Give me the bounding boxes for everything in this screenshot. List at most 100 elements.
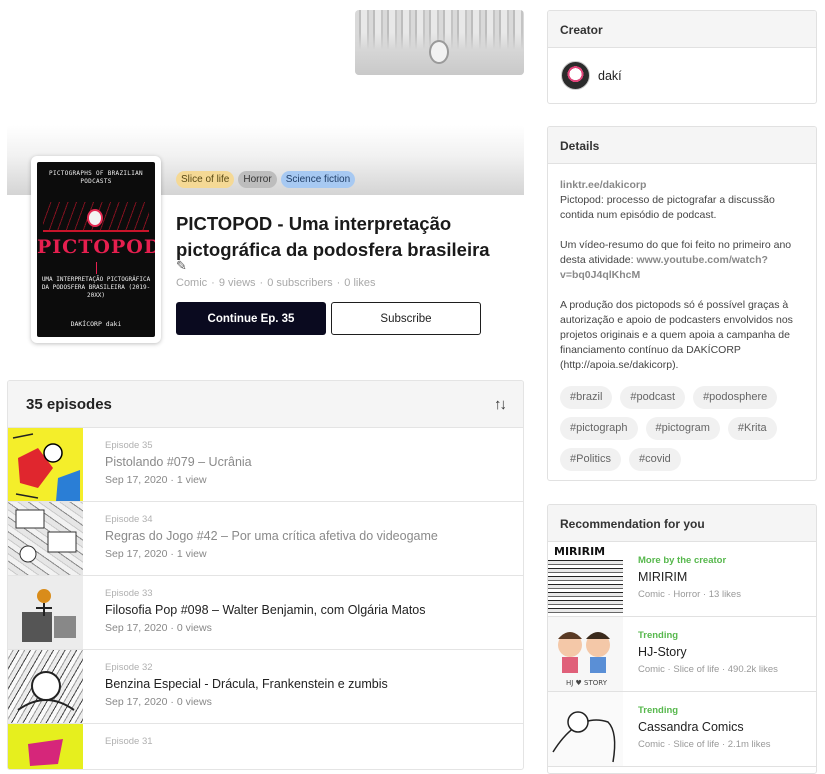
recommendation-meta-genre: Horror: [673, 589, 701, 600]
episode-title: Pistolando #079 – Ucrânia: [105, 455, 252, 469]
creator-card: Creator dakí: [547, 10, 817, 104]
recommendation-meta-genre: Slice of life: [673, 739, 720, 750]
series-title: PICTOPOD - Uma interpretação pictográfic…: [176, 213, 490, 260]
episode-thumbnail: [8, 502, 83, 575]
episode-row[interactable]: Episode 35 Pistolando #079 – Ucrânia Sep…: [8, 428, 523, 502]
meta-subscribers: 0 subscribers: [267, 277, 333, 289]
avatar[interactable]: [561, 61, 590, 90]
recommendation-item[interactable]: HJ ♥ STORY Trending HJ-Story Comic · Sli…: [548, 617, 816, 692]
cover-logo-text: PICTOPOD: [37, 236, 155, 258]
episode-list-header: 35 episodes ↑↓: [8, 381, 523, 428]
subscribe-button[interactable]: Subscribe: [331, 302, 481, 335]
tag-chip[interactable]: #pictograph: [560, 417, 638, 440]
details-heading: Details: [548, 127, 816, 164]
recommendation-meta-likes: 13 likes: [708, 589, 741, 600]
cover-top-text: PICTOGRAPHS OF BRAZILIAN PODCASTS: [49, 170, 143, 185]
episode-number: Episode 31: [105, 736, 153, 747]
meta-likes: 0 likes: [344, 277, 376, 289]
episode-number: Episode 33: [105, 588, 153, 599]
episode-list: 35 episodes ↑↓ Episode 35 Pistolando #07…: [7, 380, 524, 770]
recommendation-meta-type: Comic: [638, 664, 665, 675]
series-banner: [355, 10, 524, 75]
episode-views: 1 view: [176, 474, 207, 486]
sort-icon[interactable]: ↑↓: [494, 396, 507, 413]
meta-type: Comic: [176, 277, 208, 289]
episode-thumbnail: [8, 650, 83, 723]
episode-row[interactable]: Episode 34 Regras do Jogo #42 – Por uma …: [8, 502, 523, 576]
svg-text:MIRIRIM: MIRIRIM: [554, 545, 605, 558]
details-description: Pictopod: processo de pictografar a disc…: [560, 194, 775, 221]
genre-tag[interactable]: Horror: [238, 171, 277, 188]
recommendation-meta-likes: 2.1m likes: [727, 739, 771, 750]
recommendation-meta-likes: 490.2k likes: [727, 664, 778, 675]
recommendation-item[interactable]: MIRIRIM More by the creator MIRIRIM Comi…: [548, 542, 816, 617]
episode-thumbnail: [8, 724, 83, 769]
recommendation-meta: Comic · Horror · 13 likes: [638, 589, 741, 600]
tag-chip[interactable]: #covid: [628, 448, 681, 471]
series-meta: Comic · 9 views · 0 subscribers · 0 likes: [176, 277, 376, 289]
recommendation-meta-type: Comic: [638, 589, 665, 600]
episode-date-views: Sep 17, 2020 · 1 view: [105, 548, 207, 560]
tag-chip[interactable]: #Politics: [560, 448, 621, 471]
episode-title: Filosofia Pop #098 – Walter Benjamin, co…: [105, 603, 426, 617]
episode-thumbnail: [8, 428, 83, 501]
tag-chip[interactable]: #brazil: [560, 386, 613, 409]
episode-row[interactable]: Episode 32 Benzina Especial - Drácula, F…: [8, 650, 523, 724]
recommendation-tag: Trending: [638, 630, 679, 641]
recommendation-item[interactable]: Trending Cassandra Comics Comic · Slice …: [548, 692, 816, 767]
details-link[interactable]: linktr.ee/dakicorp: [560, 178, 804, 193]
meta-views: 9 views: [218, 277, 256, 289]
episode-thumbnail: [8, 576, 83, 649]
details-video-text: Um vídeo-resumo do que foi feito no prim…: [560, 238, 804, 283]
recommendation-meta: Comic · Slice of life · 2.1m likes: [638, 739, 771, 750]
recommendation-tag: More by the creator: [638, 555, 727, 566]
recommendation-title: MIRIRIM: [638, 570, 688, 584]
episode-number: Episode 32: [105, 662, 153, 673]
banner-skull-art: [429, 40, 449, 64]
episode-count: 35 episodes: [26, 395, 112, 413]
episode-date-views: Sep 17, 2020 · 0 views: [105, 696, 212, 708]
episode-title: Regras do Jogo #42 – Por uma crítica afe…: [105, 529, 438, 543]
recommendation-thumbnail: HJ ♥ STORY: [548, 617, 623, 691]
recommendation-tag: Trending: [638, 705, 679, 716]
episode-row[interactable]: Episode 31: [8, 724, 523, 769]
episode-date: Sep 17, 2020: [105, 474, 168, 486]
recommendation-title: Cassandra Comics: [638, 720, 744, 734]
recommendation-heading: Recommendation for you: [548, 505, 816, 542]
tag-chip[interactable]: #pictogram: [645, 417, 720, 440]
recommendation-card: Recommendation for you MIRIRIM More by t…: [547, 504, 817, 774]
episode-date: Sep 17, 2020: [105, 548, 168, 560]
genre-tag[interactable]: Slice of life: [176, 171, 235, 188]
episode-number: Episode 35: [105, 440, 153, 451]
recommendation-thumbnail: [548, 692, 623, 766]
creator-name[interactable]: dakí: [598, 69, 622, 83]
episode-number: Episode 34: [105, 514, 153, 525]
details-support-text: A produção dos pictopods só é possível g…: [560, 299, 793, 371]
tag-chip[interactable]: #podcast: [620, 386, 686, 409]
tag-chip[interactable]: #Krita: [727, 417, 777, 440]
episode-views: 0 views: [176, 622, 212, 634]
cover-publisher: DAKÍCORP daki: [70, 320, 122, 328]
episode-row[interactable]: Episode 33 Filosofia Pop #098 – Walter B…: [8, 576, 523, 650]
genre-tag[interactable]: Science fiction: [280, 171, 356, 188]
tag-list: #brazil #podcast #podosphere #pictograph…: [560, 386, 800, 471]
tag-chip[interactable]: #podosphere: [693, 386, 778, 409]
cover-sub-text: UMA INTERPRETAÇÃO PICTOGRÁFICA DA PODOSF…: [41, 276, 151, 299]
creator-heading: Creator: [548, 11, 816, 48]
recommendation-thumbnail: MIRIRIM: [548, 542, 623, 616]
cover-skull-icon: [87, 209, 103, 227]
continue-button[interactable]: Continue Ep. 35: [176, 302, 326, 335]
episode-title: Benzina Especial - Drácula, Frankenstein…: [105, 677, 388, 691]
episode-date-views: Sep 17, 2020 · 0 views: [105, 622, 212, 634]
cover-divider: [96, 262, 97, 274]
episode-date-views: Sep 17, 2020 · 1 view: [105, 474, 207, 486]
pencil-icon: ✎: [176, 258, 187, 273]
episode-date: Sep 17, 2020: [105, 696, 168, 708]
series-cover: PICTOGRAPHS OF BRAZILIAN PODCASTS PICTOP…: [31, 156, 161, 343]
episode-views: 1 view: [176, 548, 207, 560]
genre-tags: Slice of life Horror Science fiction: [176, 171, 356, 188]
episode-date: Sep 17, 2020: [105, 622, 168, 634]
svg-text:HJ ♥ STORY: HJ ♥ STORY: [566, 679, 608, 687]
creator-link[interactable]: dakí: [548, 48, 816, 103]
recommendation-title: HJ-Story: [638, 645, 687, 659]
